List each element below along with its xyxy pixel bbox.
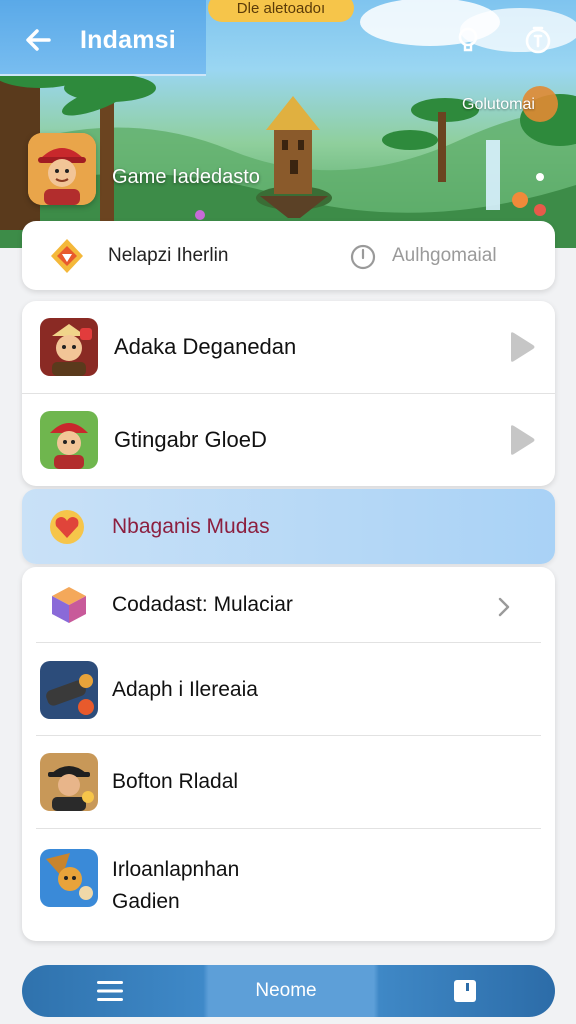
carousel-dot[interactable] xyxy=(536,173,544,181)
clock-icon xyxy=(350,244,376,270)
game-thumbnail xyxy=(40,411,98,469)
list-label: Codadast: Mulaciar xyxy=(112,593,293,616)
menu-icon xyxy=(97,981,123,1001)
lightbulb-icon xyxy=(458,27,478,52)
page-title: Indamsi xyxy=(80,26,176,54)
list-item[interactable]: Codadast: Mulaciar xyxy=(36,567,541,643)
arrow-left-icon xyxy=(26,29,51,51)
hero-game-name: Game Iadedasto xyxy=(112,166,260,188)
game-row[interactable]: Gtingabr GloeD xyxy=(22,393,555,485)
list-label: Bofton Rladal xyxy=(112,770,239,793)
menu-button[interactable] xyxy=(22,965,198,1017)
warrior-portrait-icon xyxy=(40,318,98,376)
bottom-nav: Neome xyxy=(22,965,555,1017)
game-label: Gtingabr GloeD xyxy=(114,427,267,452)
list-label: Adaph i Ilereaia xyxy=(112,678,258,701)
timer-button[interactable] xyxy=(522,24,554,56)
heart-shield-icon xyxy=(50,510,84,544)
play-icon[interactable] xyxy=(506,330,536,364)
status-right-text: Aulhgomaial xyxy=(392,245,497,266)
list-thumbnail xyxy=(40,753,98,811)
game-row[interactable]: Adaka Deganedan xyxy=(22,301,555,393)
games-card: Adaka Deganedan Gtingabr GloeD xyxy=(22,301,555,486)
list-card: Codadast: Mulaciar Adaph i Ilereaia Boft… xyxy=(22,567,555,941)
list-item[interactable]: Adaph i Ilereaia xyxy=(36,642,541,736)
window-button[interactable] xyxy=(374,965,555,1017)
shield-badge-icon xyxy=(51,239,83,273)
home-tab-label: Neome xyxy=(255,980,317,1001)
gem-cube-icon xyxy=(52,587,86,623)
lightbulb-button[interactable] xyxy=(452,24,484,56)
list-item[interactable]: Bofton Rladal xyxy=(36,735,541,828)
hat-man-icon xyxy=(40,753,98,811)
cannon-icon xyxy=(40,661,98,719)
status-card[interactable]: Nelapzi Iherlin Aulhgomaial xyxy=(22,221,555,290)
list-label-line1: Irloanlapnhan xyxy=(112,858,240,881)
highlight-label: Nbaganis Mudas xyxy=(112,515,270,538)
adventurer-icon xyxy=(40,849,98,907)
chevron-right-icon xyxy=(498,597,510,617)
game-thumbnail xyxy=(40,318,98,376)
status-text: Nelapzi Iherlin xyxy=(108,245,229,266)
pirate-avatar-icon xyxy=(28,133,96,205)
game-label: Adaka Deganedan xyxy=(114,334,297,359)
back-button[interactable] xyxy=(20,22,56,58)
play-icon[interactable] xyxy=(506,423,536,457)
home-tab[interactable]: Neome xyxy=(198,965,374,1017)
top-pill-badge: Dle aletoadoı xyxy=(208,0,354,22)
pirate-portrait-icon xyxy=(40,411,98,469)
hero-banner: Indamsi Dle aletoadoı Golutomai Game Iad… xyxy=(0,0,576,248)
hero-avatar[interactable] xyxy=(28,133,96,205)
highlight-row[interactable]: Nbaganis Mudas xyxy=(22,489,555,564)
list-item[interactable]: Irloanlapnhan Gadien xyxy=(36,828,541,936)
list-thumbnail xyxy=(40,849,98,907)
timer-icon xyxy=(525,26,551,54)
hero-badge[interactable]: Golutomai xyxy=(462,96,535,114)
list-thumbnail xyxy=(40,661,98,719)
window-icon xyxy=(453,980,476,1002)
list-label-line2: Gadien xyxy=(112,890,180,913)
